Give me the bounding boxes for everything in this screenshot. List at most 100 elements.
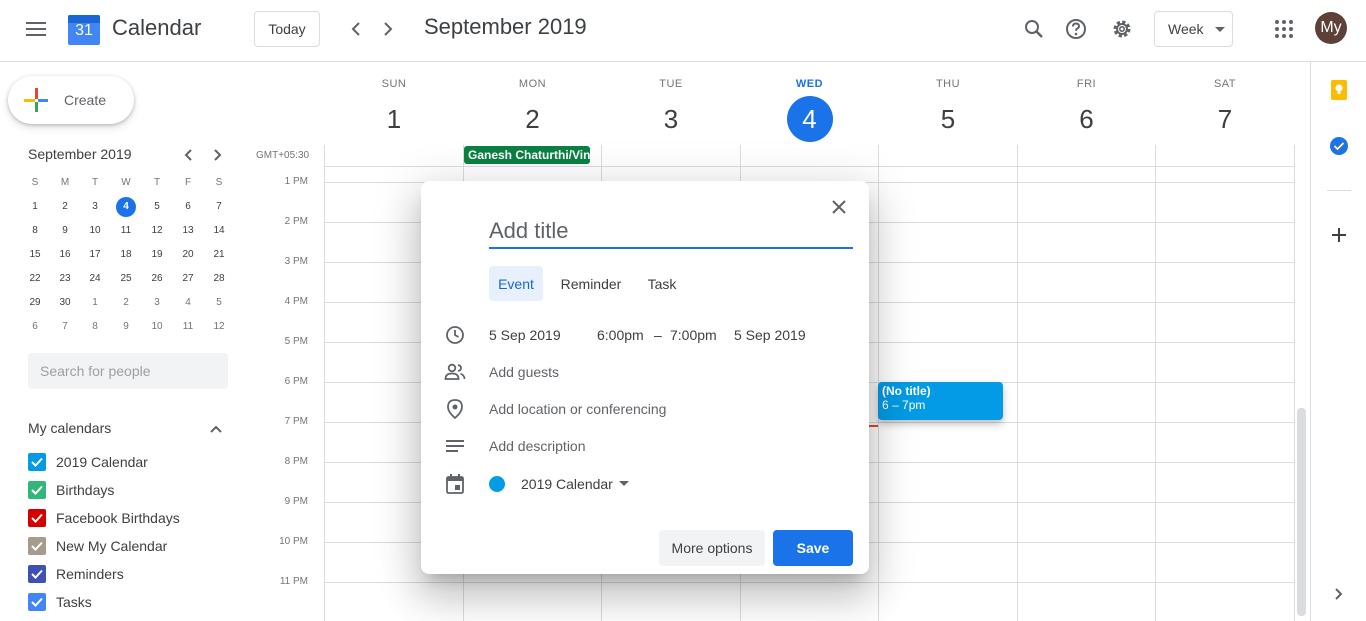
account-avatar[interactable]: My <box>1315 12 1347 44</box>
calendar-list-item[interactable]: Facebook Birthdays <box>28 506 180 530</box>
mini-calendar-day[interactable]: 20 <box>178 245 198 265</box>
keep-bulb-icon[interactable] <box>1327 78 1351 102</box>
mini-calendar-day[interactable]: 28 <box>209 269 229 289</box>
mini-calendar-day[interactable]: 7 <box>209 197 229 217</box>
checkbox-checked-icon[interactable] <box>28 537 46 555</box>
day-number[interactable]: 4 <box>786 96 833 142</box>
mini-calendar-day[interactable]: 1 <box>85 293 105 313</box>
day-number[interactable]: 5 <box>925 96 971 142</box>
tab-event[interactable]: Event <box>489 266 543 301</box>
mini-calendar-day[interactable]: 22 <box>25 269 45 289</box>
calendar-list-item[interactable]: Reminders <box>28 562 124 586</box>
mini-calendar-day[interactable]: 7 <box>55 317 75 337</box>
expand-panel-chevron-icon[interactable] <box>1327 582 1351 606</box>
day-column-header[interactable]: SUN 1 <box>325 78 463 142</box>
tab-task[interactable]: Task <box>641 266 683 301</box>
event-title-input[interactable] <box>489 215 853 249</box>
checkbox-checked-icon[interactable] <box>28 481 46 499</box>
mini-calendar-day[interactable]: 19 <box>147 245 167 265</box>
next-week-icon[interactable] <box>376 15 400 43</box>
mini-calendar-day[interactable]: 5 <box>209 293 229 313</box>
mini-calendar-day[interactable]: 25 <box>116 269 136 289</box>
draft-event-chip[interactable]: (No title) 6 – 7pm <box>878 382 1003 420</box>
mini-calendar-day[interactable]: 15 <box>25 245 45 265</box>
settings-gear-icon[interactable] <box>1108 15 1136 43</box>
checkbox-checked-icon[interactable] <box>28 565 46 583</box>
day-column-header[interactable]: MON 2 <box>464 78 602 142</box>
mini-prev-month-icon[interactable] <box>178 145 198 165</box>
help-icon[interactable] <box>1062 15 1090 43</box>
mini-calendar-day[interactable]: 11 <box>178 317 198 337</box>
search-icon[interactable] <box>1020 15 1048 43</box>
mini-calendar-day[interactable]: 9 <box>55 221 75 241</box>
mini-calendar-day[interactable]: 6 <box>25 317 45 337</box>
mini-calendar-day[interactable]: 6 <box>178 197 198 217</box>
main-menu-icon[interactable] <box>22 15 50 43</box>
search-people-input[interactable] <box>28 353 228 389</box>
mini-calendar-day[interactable]: 30 <box>55 293 75 313</box>
end-date-field[interactable]: 5 Sep 2019 <box>734 327 806 343</box>
mini-calendar-day[interactable]: 2 <box>116 293 136 313</box>
day-number[interactable]: 1 <box>371 96 417 142</box>
mini-calendar-day[interactable]: 16 <box>55 245 75 265</box>
mini-calendar-day[interactable]: 13 <box>178 221 198 241</box>
mini-calendar-day[interactable]: 3 <box>147 293 167 313</box>
calendar-dropdown-arrow-icon[interactable] <box>619 481 629 487</box>
mini-calendar-day[interactable]: 26 <box>147 269 167 289</box>
checkbox-checked-icon[interactable] <box>28 593 46 611</box>
calendar-list-item[interactable]: Birthdays <box>28 478 114 502</box>
mini-calendar-day[interactable]: 24 <box>85 269 105 289</box>
mini-calendar-day[interactable]: 10 <box>147 317 167 337</box>
mini-calendar-day[interactable]: 1 <box>25 197 45 217</box>
calendar-select[interactable]: 2019 Calendar <box>521 476 613 492</box>
mini-calendar-day[interactable]: 8 <box>85 317 105 337</box>
day-column-header[interactable]: WED 4 <box>741 78 879 142</box>
day-column-header[interactable]: FRI 6 <box>1018 78 1156 142</box>
mini-calendar-day[interactable]: 10 <box>85 221 105 241</box>
day-number[interactable]: 2 <box>510 96 556 142</box>
collapse-chevron-icon[interactable] <box>206 420 226 438</box>
mini-calendar-day[interactable]: 3 <box>85 197 105 217</box>
day-column-header[interactable]: SAT 7 <box>1156 78 1294 142</box>
add-addon-plus-icon[interactable] <box>1327 223 1351 247</box>
mini-calendar-day[interactable]: 12 <box>209 317 229 337</box>
description-row[interactable]: Add description <box>443 434 586 458</box>
day-column-header[interactable]: TUE 3 <box>602 78 740 142</box>
mini-calendar-day[interactable]: 27 <box>178 269 198 289</box>
view-selector[interactable]: Week <box>1154 11 1233 47</box>
mini-calendar-day[interactable]: 23 <box>55 269 75 289</box>
day-number[interactable]: 7 <box>1202 96 1248 142</box>
tab-reminder[interactable]: Reminder <box>551 266 631 301</box>
my-calendars-title[interactable]: My calendars <box>28 420 111 436</box>
end-time-field[interactable]: 7:00pm <box>670 327 717 343</box>
checkbox-checked-icon[interactable] <box>28 509 46 527</box>
calendar-logo-icon[interactable]: 31 <box>68 13 100 45</box>
mini-calendar-day[interactable]: 17 <box>85 245 105 265</box>
apps-grid-icon[interactable] <box>1270 15 1298 43</box>
grid-scrollbar[interactable] <box>1297 408 1306 616</box>
start-time-field[interactable]: 6:00pm <box>597 327 644 343</box>
calendar-list-item[interactable]: New My Calendar <box>28 534 167 558</box>
guests-row[interactable]: Add guests <box>443 360 559 384</box>
more-options-button[interactable]: More options <box>659 530 765 566</box>
tasks-check-icon[interactable] <box>1327 134 1351 158</box>
previous-week-icon[interactable] <box>344 15 368 43</box>
calendar-list-item[interactable]: Tasks <box>28 590 92 614</box>
mini-calendar-day[interactable]: 29 <box>25 293 45 313</box>
mini-calendar-day[interactable]: 4 <box>178 293 198 313</box>
mini-calendar-day[interactable]: 5 <box>147 197 167 217</box>
mini-next-month-icon[interactable] <box>208 145 228 165</box>
mini-calendar-day[interactable]: 4 <box>116 197 136 217</box>
mini-calendar-day[interactable]: 21 <box>209 245 229 265</box>
day-column-header[interactable]: THU 5 <box>879 78 1017 142</box>
mini-calendar-day[interactable]: 18 <box>116 245 136 265</box>
mini-calendar-day[interactable]: 8 <box>25 221 45 241</box>
mini-calendar-day[interactable]: 9 <box>116 317 136 337</box>
checkbox-checked-icon[interactable] <box>28 453 46 471</box>
all-day-holiday-event[interactable]: Ganesh Chaturthi/Vinayaka Chaturthi <box>464 146 590 164</box>
start-date-field[interactable]: 5 Sep 2019 <box>489 327 561 343</box>
mini-calendar-day[interactable]: 14 <box>209 221 229 241</box>
calendar-list-item[interactable]: 2019 Calendar <box>28 450 148 474</box>
location-row[interactable]: Add location or conferencing <box>443 397 666 421</box>
mini-calendar-day[interactable]: 2 <box>55 197 75 217</box>
